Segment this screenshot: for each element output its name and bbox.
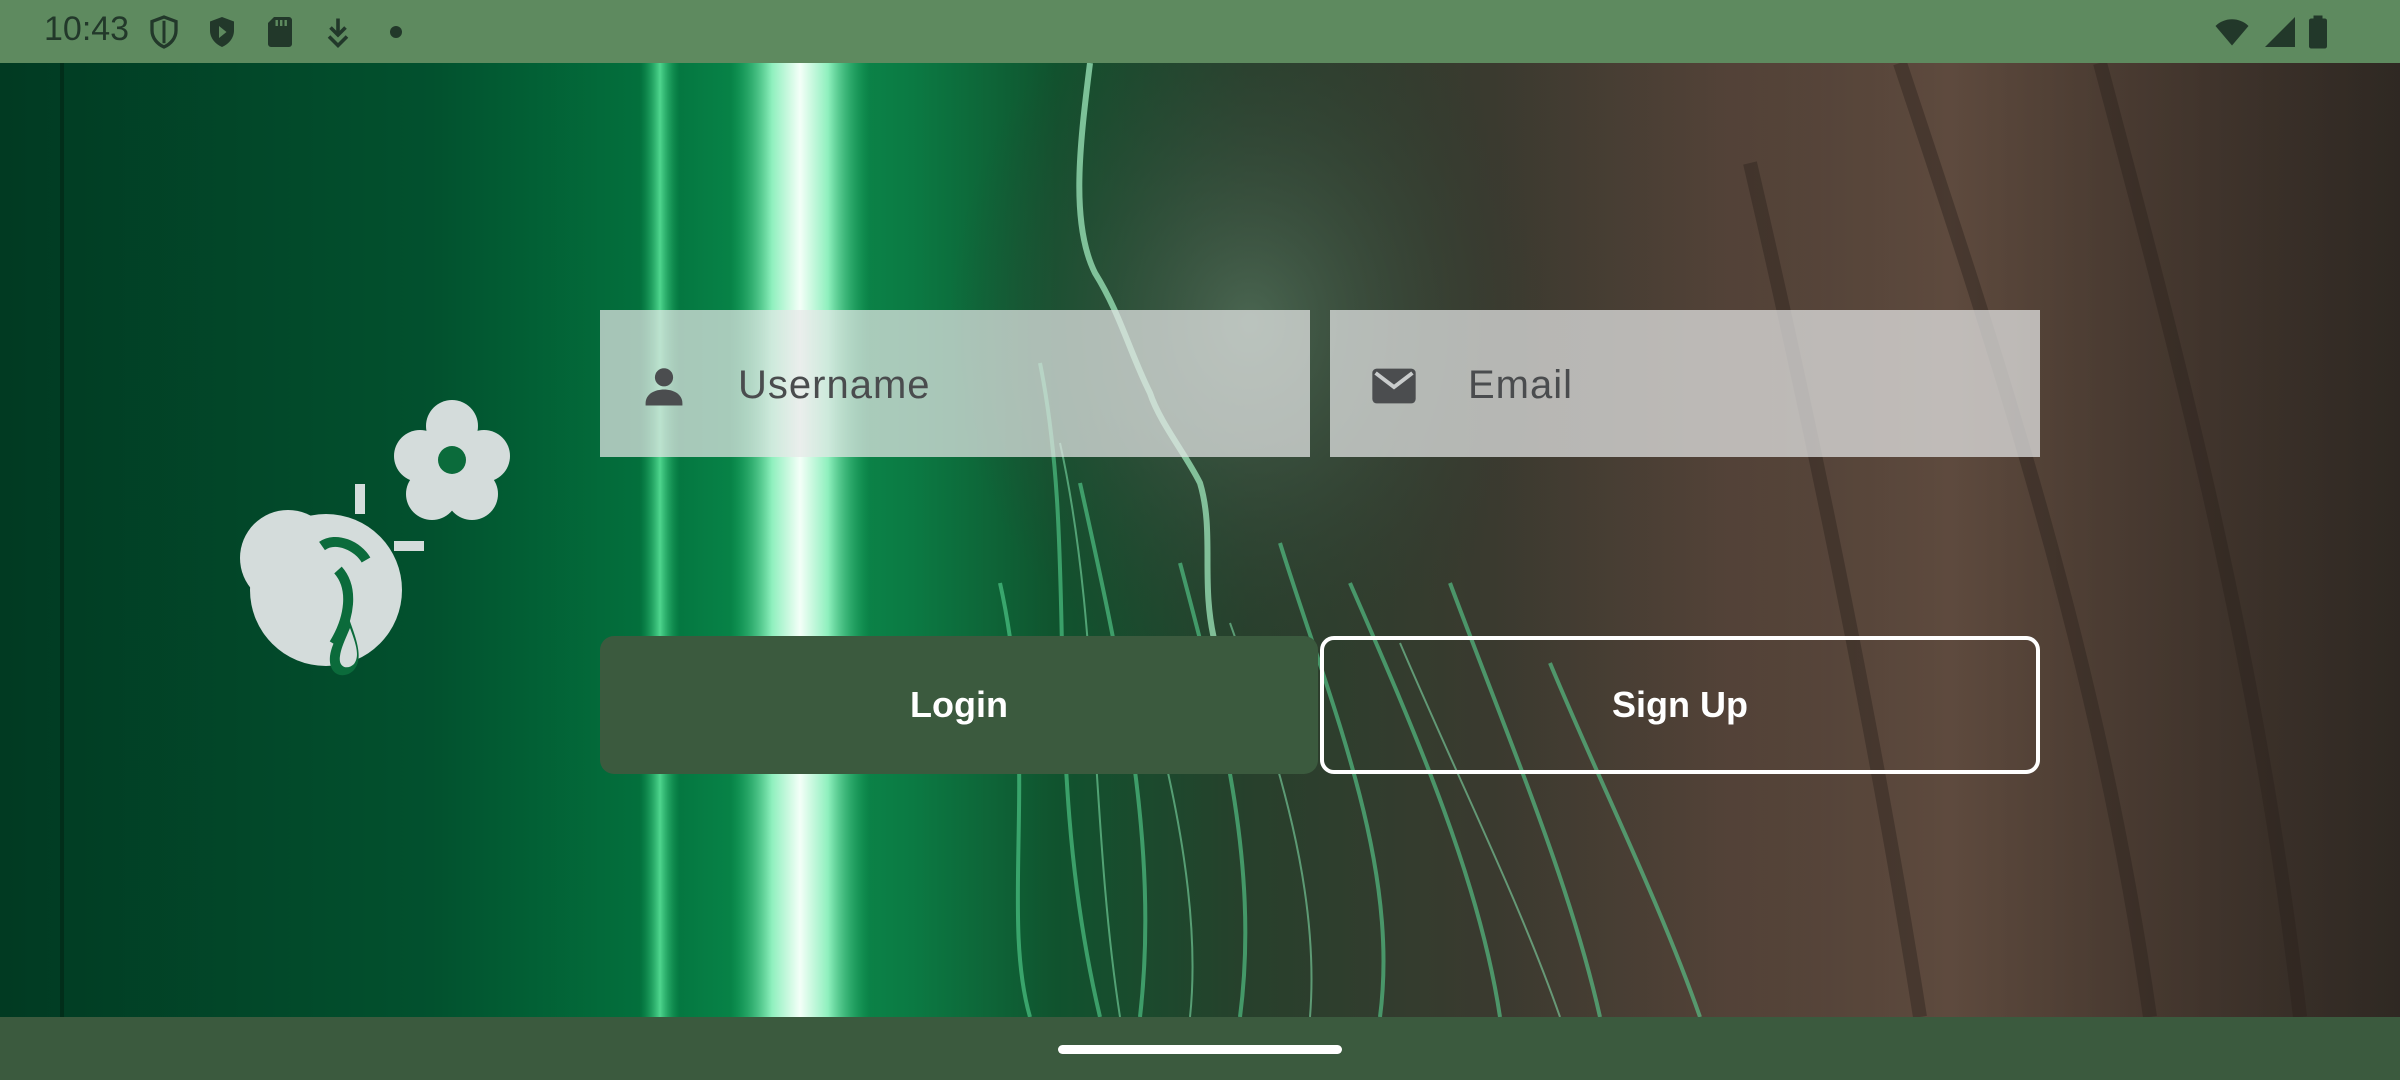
shield-outline-icon (150, 15, 178, 49)
home-gesture-handle[interactable] (1058, 1045, 1342, 1054)
status-time: 10:43 (44, 10, 130, 48)
download-icon (327, 18, 349, 49)
email-input[interactable] (1466, 354, 2010, 416)
bee-flower-logo-icon (240, 400, 510, 676)
sd-card-icon (268, 17, 292, 47)
mail-icon (1372, 368, 1416, 404)
username-input[interactable] (736, 354, 1280, 416)
battery-icon (2309, 15, 2327, 49)
login-screen: 10:43 Username Email Login Sign Up (0, 0, 2400, 1080)
email-field[interactable] (1330, 310, 2040, 457)
username-field[interactable] (600, 310, 1310, 457)
login-button[interactable]: Login (600, 636, 1318, 774)
person-icon (645, 368, 683, 406)
login-button-label: Login (910, 684, 1008, 725)
navigation-bar (0, 1017, 2400, 1080)
status-bar: 10:43 (0, 0, 2400, 63)
dot-icon (390, 26, 402, 38)
wifi-icon (2215, 19, 2249, 46)
signup-button[interactable]: Sign Up (1320, 636, 2040, 774)
cellular-signal-icon (2265, 17, 2295, 47)
play-protect-icon (210, 17, 234, 47)
signup-button-label: Sign Up (1612, 684, 1748, 725)
